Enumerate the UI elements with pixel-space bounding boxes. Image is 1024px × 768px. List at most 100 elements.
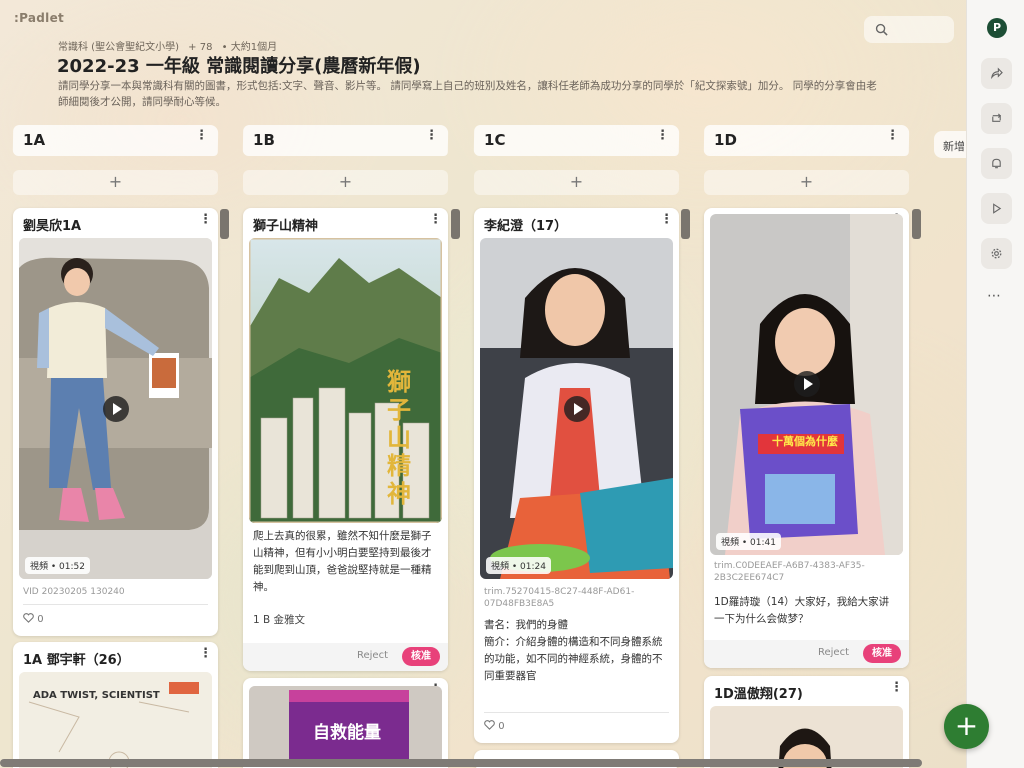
more-options-icon[interactable]: ⋮	[195, 128, 208, 143]
more-options-icon[interactable]: ⋮	[199, 647, 212, 660]
play-icon[interactable]	[793, 371, 820, 397]
column-1a: 1A ⋮ + 劉昊欣1A ⋮ 視頻 • 01:52 VID 20230205 1…	[12, 125, 219, 768]
post-card[interactable]: ⋮ 十萬個為什麼 視頻 • 01:41 trim.C0DEEAEF-A6B7-4…	[704, 208, 909, 668]
slideshow-button[interactable]	[981, 193, 1012, 224]
post-body: 1D羅詩璇（14）大家好，我給大家讲一下为什么会做梦？	[714, 596, 890, 625]
book-cover-title: 十萬個為什麼	[772, 435, 838, 448]
moderation-bar: Reject 核准	[704, 640, 909, 668]
column-scrollbar[interactable]	[451, 209, 460, 239]
play-icon[interactable]	[102, 395, 129, 422]
divider	[484, 712, 669, 713]
video-duration: 視頻 • 01:24	[486, 557, 551, 574]
post-title: 1D溫傲翔(27)	[714, 687, 803, 702]
moderation-bar: Reject 核准	[243, 643, 448, 671]
attachment-caption: trim.75270415-8C27-448F-AD61-07D48FB3E8A…	[484, 587, 635, 609]
horizontal-scrollbar[interactable]	[0, 759, 922, 767]
column-title[interactable]: 1C	[484, 131, 505, 149]
column-1b: 1B ⋮ + 獅子山精神 ⋮ 獅子山精神 爬上去真的很累，雖然不知什麼是獅子山精…	[242, 125, 449, 768]
column-title[interactable]: 1A	[23, 131, 45, 149]
more-options-icon[interactable]: ⋮	[886, 128, 899, 143]
post-card[interactable]: 獅子山精神 ⋮ 獅子山精神 爬上去真的很累，雖然不知什麼是獅子山精神，但有小小明…	[243, 208, 448, 671]
search-input[interactable]	[864, 16, 954, 43]
heart-icon	[484, 720, 495, 730]
more-options-icon[interactable]: ⋮	[656, 128, 669, 143]
remake-button[interactable]	[981, 103, 1012, 134]
column-1c: 1C ⋮ + 李紀澄（17） ⋮ 視頻 • 01:24 trim.7527041…	[473, 125, 680, 768]
like-count: 0	[498, 721, 505, 732]
page-title: 2022-23 一年級 常識閱讀分享(農曆新年假)	[57, 56, 421, 77]
post-body-book: 書名：我們的身體	[484, 619, 568, 631]
add-post-button[interactable]: +	[13, 170, 218, 195]
image-thumbnail[interactable]: ADA TWIST, SCIENTIST	[19, 672, 212, 768]
reject-button[interactable]: Reject	[818, 647, 849, 658]
post-title: 1A 鄧宇軒（26）	[23, 653, 130, 668]
search-icon	[875, 23, 888, 36]
column-header: 1A ⋮	[12, 125, 219, 156]
video-duration: 視頻 • 01:41	[716, 533, 781, 550]
post-meta: 常識科 (聖公會聖紀文小學) + 78 • 大約1個月	[58, 38, 283, 53]
more-options-icon[interactable]: ⋮	[199, 213, 212, 226]
divider	[23, 604, 208, 605]
column-header: 1D ⋮	[703, 125, 910, 156]
remake-icon	[992, 113, 1002, 122]
post-card[interactable]: ⋮ 自救能量	[243, 678, 448, 768]
video-thumbnail[interactable]: 十萬個為什麼 視頻 • 01:41	[710, 214, 903, 555]
column-scrollbar[interactable]	[220, 209, 229, 239]
column-header: 1B ⋮	[242, 125, 449, 156]
column-title[interactable]: 1D	[714, 131, 737, 149]
share-button[interactable]	[981, 58, 1012, 89]
attachment-caption: trim.C0DEEAEF-A6B7-4383-AF35-2B3C2EE674C…	[714, 561, 865, 583]
new-section-tab[interactable]: 新增	[934, 131, 968, 158]
post-card[interactable]: 1D溫傲翔(27) ⋮	[704, 676, 909, 768]
more-options-icon[interactable]: ⋮	[660, 213, 673, 226]
approve-button[interactable]: 核准	[863, 644, 901, 663]
like-button[interactable]: 0	[23, 613, 44, 625]
book-illustration	[19, 672, 212, 768]
more-options-icon[interactable]: ⋮	[425, 128, 438, 143]
right-toolbar: P ⋯	[966, 0, 1024, 768]
column-scrollbar[interactable]	[681, 209, 690, 239]
add-post-button[interactable]: +	[474, 170, 679, 195]
post-card[interactable]: 李紀澄（17） ⋮ 視頻 • 01:24 trim.75270415-8C27-…	[474, 208, 679, 743]
image-thumbnail[interactable]: 自救能量	[249, 686, 442, 766]
padlet-logo[interactable]: :Padlet	[14, 11, 64, 25]
post-card[interactable]: 1A 鄧宇軒（26） ⋮ ADA TWIST, SCIENTIST	[13, 642, 218, 768]
page-description: 請同學分享一本與常識科有關的圖書，形式包括:文字、聲音、影片等。 請同學寫上自己…	[58, 80, 877, 108]
like-button[interactable]: 0	[484, 720, 505, 732]
more-options-icon[interactable]: ⋮	[890, 681, 903, 694]
column-scrollbar[interactable]	[912, 209, 921, 239]
post-title: 李紀澄（17）	[484, 219, 568, 234]
add-post-button[interactable]: +	[704, 170, 909, 195]
bell-icon	[992, 158, 1001, 169]
post-title: 獅子山精神	[253, 219, 319, 234]
post-body: 爬上去真的很累，雖然不知什麼是獅子山精神，但有小小明白要堅持到最後才能到爬到山頂…	[253, 530, 432, 593]
post-body-summary: 簡介：介紹身體的構造和不同身體系統的功能，如不同的神經系統，身體的不同重要器官	[484, 636, 663, 682]
post-card[interactable]: 劉昊欣1A ⋮ 視頻 • 01:52 VID 20230205 130240 0	[13, 208, 218, 636]
approve-button[interactable]: 核准	[402, 647, 440, 666]
more-options-icon[interactable]: ⋮	[429, 213, 442, 226]
book-cover-title: 自救能量	[313, 723, 381, 743]
avatar[interactable]: P	[987, 18, 1007, 38]
play-icon[interactable]	[563, 395, 590, 422]
image-thumbnail[interactable]: 獅子山精神	[249, 238, 442, 523]
gear-icon	[991, 248, 1002, 259]
add-post-fab[interactable]: +	[944, 704, 989, 749]
attachment-caption: VID 20230205 130240	[23, 587, 125, 597]
post-author: 1 B 金雅文	[253, 614, 306, 626]
plus-icon: +	[954, 709, 979, 742]
add-post-button[interactable]: +	[243, 170, 448, 195]
more-actions-icon[interactable]: ⋯	[987, 288, 1002, 304]
column-1d: 1D ⋮ + ⋮ 十萬個為什麼 視頻 • 01:41 trim.C0DEEAEF…	[703, 125, 910, 768]
video-thumbnail[interactable]: 視頻 • 01:52	[19, 238, 212, 579]
share-icon	[990, 67, 1003, 80]
video-thumbnail[interactable]: 視頻 • 01:24	[480, 238, 673, 579]
column-header: 1C ⋮	[473, 125, 680, 156]
notifications-button[interactable]	[981, 148, 1012, 179]
play-icon	[993, 203, 1002, 214]
column-title[interactable]: 1B	[253, 131, 275, 149]
heart-icon	[23, 613, 34, 623]
post-title: 劉昊欣1A	[23, 219, 82, 234]
book-title: ADA TWIST, SCIENTIST	[33, 690, 160, 701]
reject-button[interactable]: Reject	[357, 650, 388, 661]
settings-button[interactable]	[981, 238, 1012, 269]
